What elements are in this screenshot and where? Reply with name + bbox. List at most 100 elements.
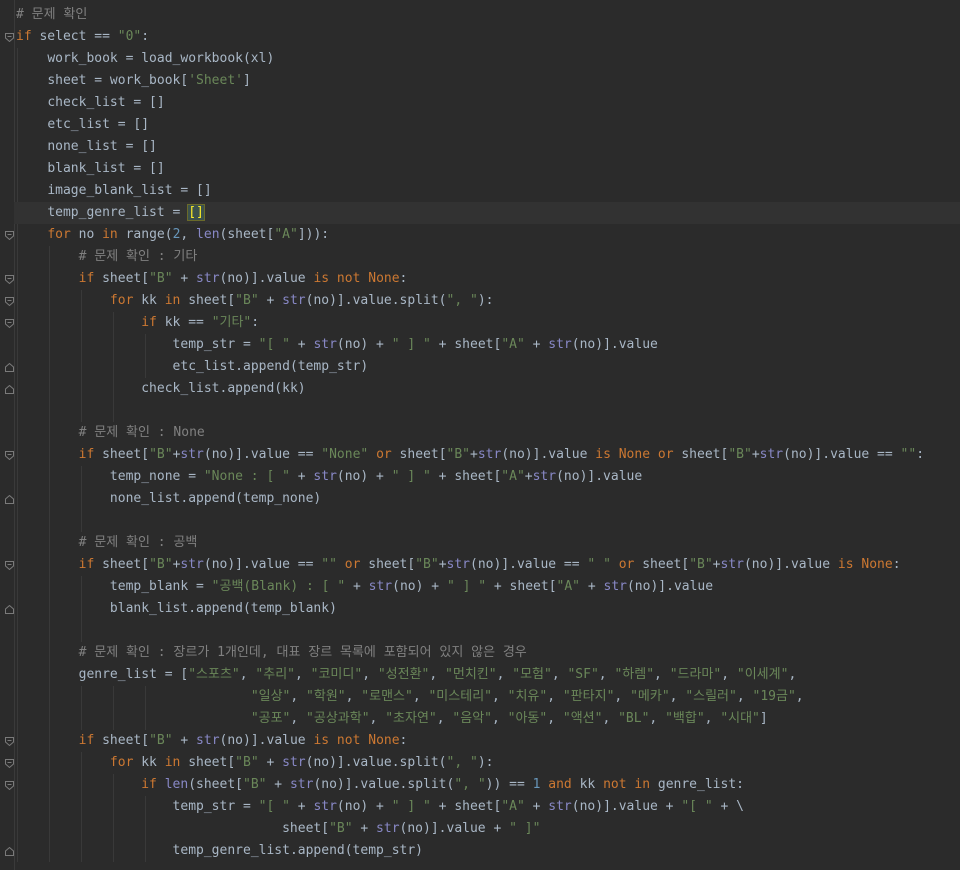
fold-collapse-icon[interactable] — [5, 451, 14, 460]
code-line[interactable]: blank_list.append(temp_blank) — [16, 598, 337, 620]
fold-collapse-icon[interactable] — [5, 231, 14, 240]
code-token: : — [141, 29, 150, 44]
code-token: temp_str = — [172, 799, 259, 814]
code-line[interactable]: # 문제 확인 : 공백 — [16, 532, 198, 554]
code-token: "스릴러" — [685, 689, 737, 704]
code-token: + sheet[ — [430, 469, 502, 484]
code-token: "액션" — [562, 711, 603, 726]
code-token: ", " — [446, 293, 478, 308]
code-token: + — [172, 733, 197, 748]
code-token: or — [376, 447, 392, 462]
code-token: + — [266, 777, 290, 792]
code-line[interactable]: none_list = [] — [16, 136, 157, 158]
code-line[interactable]: if sheet["B"+str(no)].value == "" or she… — [16, 554, 901, 576]
code-editor[interactable]: # 문제 확인 if select == "0": work_book = loa… — [0, 0, 960, 870]
code-token: + — [524, 799, 549, 814]
fold-collapse-icon[interactable] — [5, 297, 14, 306]
code-token: , — [491, 711, 508, 726]
code-line[interactable]: # 문제 확인 : 기타 — [16, 246, 198, 268]
code-token: , — [290, 689, 307, 704]
code-line[interactable]: for no in range(2, len(sheet["A"])): — [16, 224, 329, 246]
fold-end-icon[interactable] — [5, 847, 14, 856]
code-line[interactable]: check_list.append(kk) — [16, 378, 305, 400]
code-line[interactable]: if sheet["B" + str(no)].value is not Non… — [16, 730, 408, 752]
code-token: : — [251, 315, 260, 330]
fold-collapse-icon[interactable] — [5, 737, 14, 746]
code-token: str — [376, 821, 400, 836]
code-line[interactable]: "공포", "공상과학", "초자연", "음악", "아동", "액션", "… — [16, 708, 768, 730]
code-token: is not None — [313, 733, 400, 748]
code-token: str — [282, 293, 306, 308]
fold-end-icon[interactable] — [5, 363, 14, 372]
code-line[interactable]: temp_blank = "공백(Blank) : [ " + str(no) … — [16, 576, 713, 598]
code-token: temp_genre_list.append(temp_str) — [172, 843, 423, 858]
code-token: + — [172, 271, 197, 286]
code-line[interactable]: sheet["B" + str(no)].value + " ]" — [16, 818, 540, 840]
code-line[interactable]: # 문제 확인 : None — [16, 422, 205, 444]
code-token: temp_none = — [109, 469, 204, 484]
code-token: if — [78, 271, 95, 286]
code-line[interactable]: temp_genre_list = [] — [14, 202, 960, 224]
code-line[interactable]: work_book = load_workbook(xl) — [16, 48, 274, 70]
code-line[interactable]: # 문제 확인 : 장르가 1개인데, 대표 장르 목록에 포함되어 있지 않은… — [16, 642, 527, 664]
code-line[interactable]: temp_str = "[ " + str(no) + " ] " + shee… — [16, 796, 744, 818]
code-line[interactable]: etc_list = [] — [16, 114, 149, 136]
code-token: + — [345, 579, 369, 594]
code-token: if — [78, 557, 95, 572]
code-line[interactable]: if sheet["B"+str(no)].value == "None" or… — [16, 444, 924, 466]
code-line[interactable]: "일상", "학원", "로맨스", "미스테리", "치유", "판타지", … — [16, 686, 804, 708]
code-line[interactable]: temp_str = "[ " + str(no) + " ] " + shee… — [16, 334, 658, 356]
code-token: "19금" — [752, 689, 796, 704]
code-line[interactable]: none_list.append(temp_none) — [16, 488, 321, 510]
code-token: (sheet[ — [188, 777, 243, 792]
code-token: str — [477, 447, 502, 462]
code-line[interactable]: image_blank_list = [] — [16, 180, 211, 202]
code-line[interactable]: for kk in sheet["B" + str(no)].value.spl… — [16, 290, 494, 312]
code-token: str — [759, 447, 784, 462]
code-line[interactable]: check_list = [] — [16, 92, 164, 114]
code-line[interactable]: sheet = work_book['Sheet'] — [16, 70, 251, 92]
fold-collapse-icon[interactable] — [5, 33, 14, 42]
fold-collapse-icon[interactable] — [5, 759, 14, 768]
code-token: str — [603, 579, 627, 594]
code-token: "B" — [689, 557, 713, 572]
fold-collapse-icon[interactable] — [5, 275, 14, 284]
code-line[interactable]: temp_none = "None : [ " + str(no) + " ] … — [16, 466, 642, 488]
code-token: + — [258, 755, 283, 770]
code-token: sheet[ — [180, 755, 236, 770]
code-line[interactable]: etc_list.append(temp_str) — [16, 356, 369, 378]
code-token: , — [795, 689, 804, 704]
code-line[interactable]: genre_list = ["스포츠", "추리", "코미디", "성전환",… — [16, 664, 797, 686]
code-token: "A" — [501, 337, 525, 352]
code-token: sheet[ — [180, 293, 236, 308]
code-line[interactable]: if select == "0": — [16, 26, 149, 48]
code-token: + — [470, 447, 478, 462]
code-token: "B" — [235, 755, 259, 770]
code-line[interactable]: # 문제 확인 — [16, 4, 87, 26]
code-token: + — [289, 337, 314, 352]
fold-end-icon[interactable] — [5, 605, 14, 614]
fold-end-icon[interactable] — [5, 495, 14, 504]
code-line[interactable]: temp_genre_list.append(temp_str) — [16, 840, 423, 862]
code-token: "공백(Blank) : [ " — [211, 579, 346, 594]
code-token: for — [47, 227, 71, 242]
fold-end-icon[interactable] — [5, 385, 14, 394]
code-token: kk == — [156, 315, 212, 330]
code-line[interactable]: for kk in sheet["B" + str(no)].value.spl… — [16, 752, 494, 774]
code-token: # 문제 확인 : 장르가 1개인데, 대표 장르 목록에 포함되어 있지 않은… — [78, 645, 527, 660]
fold-collapse-icon[interactable] — [5, 781, 14, 790]
fold-collapse-icon[interactable] — [5, 319, 14, 328]
code-token: str — [548, 337, 572, 352]
code-line[interactable]: blank_list = [] — [16, 158, 164, 180]
code-line[interactable]: if kk == "기타": — [16, 312, 259, 334]
code-token: "기타" — [211, 315, 252, 330]
code-token: , — [345, 689, 362, 704]
code-token: temp_str = — [172, 337, 259, 352]
fold-collapse-icon[interactable] — [5, 561, 14, 570]
code-line[interactable]: if sheet["B" + str(no)].value is not Non… — [16, 268, 408, 290]
code-line[interactable]: if len(sheet["B" + str(no)].value.split(… — [16, 774, 744, 796]
code-token: if — [78, 733, 95, 748]
